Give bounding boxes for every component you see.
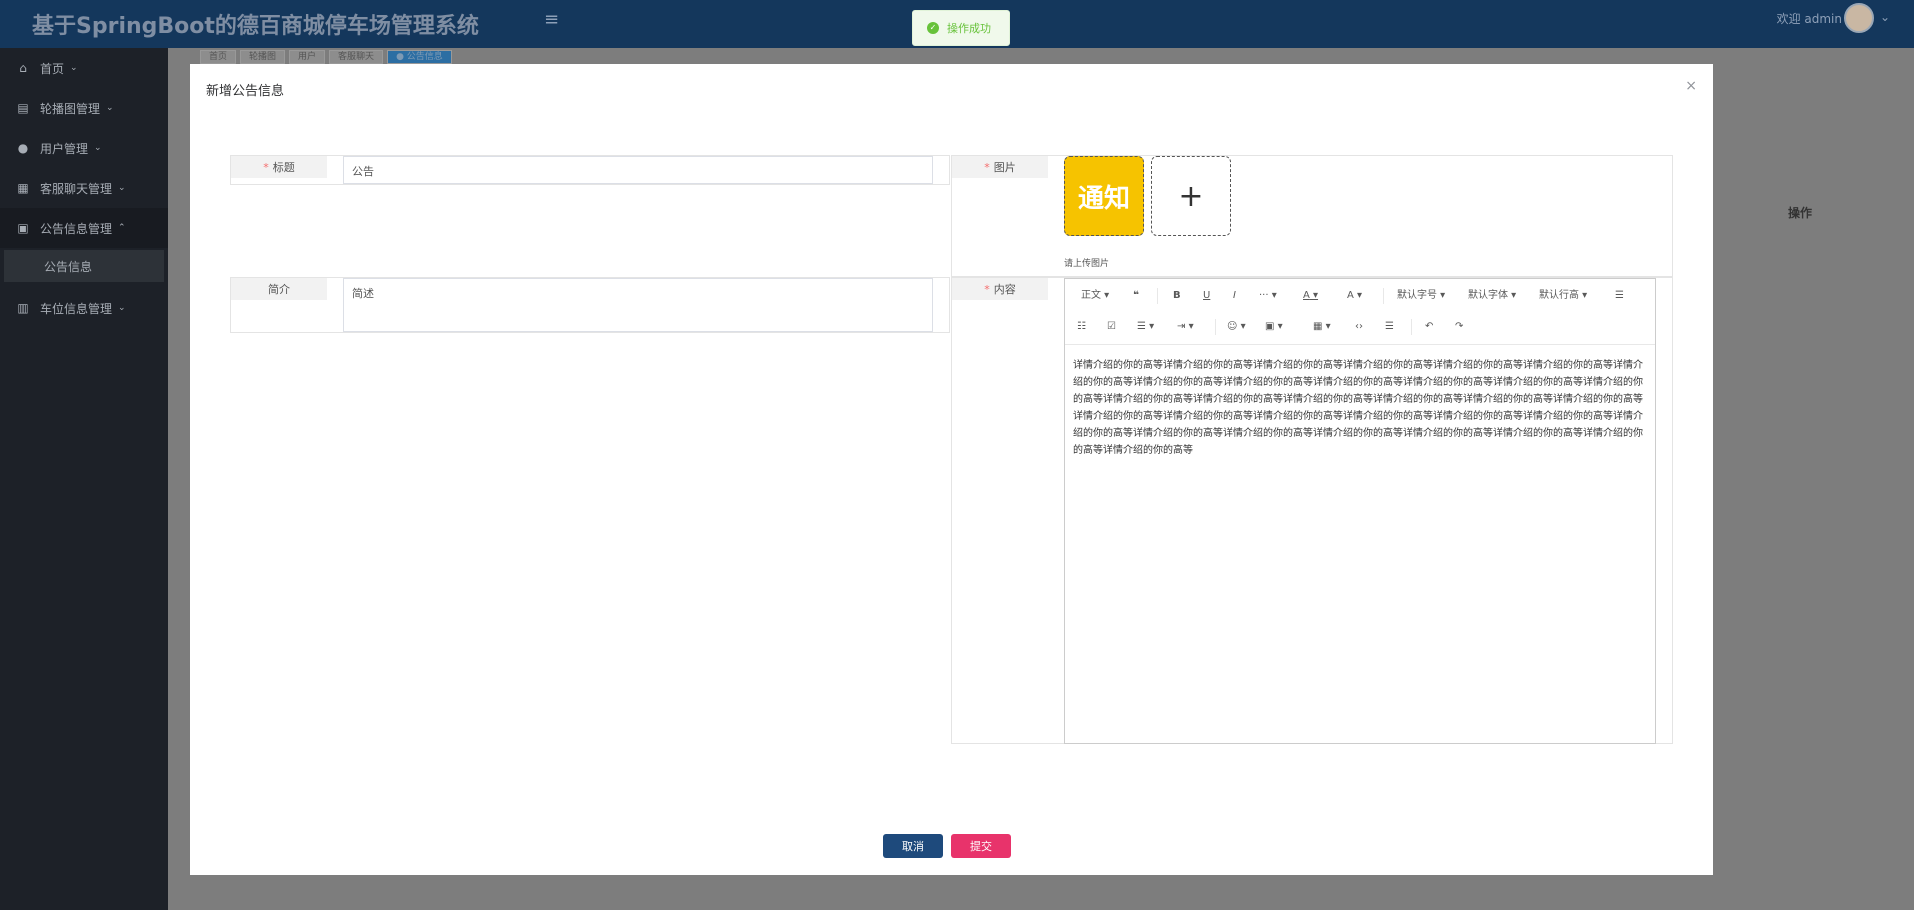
sidebar-item-parking[interactable]: ▥ 车位信息管理 ⌄ — [0, 288, 168, 328]
editor-toolbar: 正文 ▾ ❝ B U I ··· ▾ A ▾ A ▾ 默认字号 ▾ 默认字体 ▾… — [1065, 279, 1655, 345]
sidebar-item-home[interactable]: ⌂ 首页 ⌄ — [0, 48, 168, 88]
numbered-list-icon[interactable]: ☷ — [1077, 319, 1086, 335]
editor-content[interactable]: 详情介绍的你的高等详情介绍的你的高等详情介绍的你的高等详情介绍的你的高等详情介绍… — [1073, 357, 1647, 459]
sidebar-item-carousel[interactable]: ▤ 轮播图管理 ⌄ — [0, 88, 168, 128]
chart-icon: ▥ — [17, 301, 29, 315]
avatar[interactable] — [1844, 3, 1874, 33]
bold-icon[interactable]: B — [1173, 288, 1181, 304]
sidebar: ⌂ 首页 ⌄ ▤ 轮播图管理 ⌄ ● 用户管理 ⌄ ▦ 客服聊天管理 ⌄ ▣ 公… — [0, 48, 168, 910]
dashboard-icon: ▦ — [17, 181, 29, 195]
sidebar-item-label: 公告信息管理 — [40, 221, 113, 236]
uploaded-image-thumbnail[interactable]: 通知 — [1064, 156, 1144, 236]
sidebar-item-label: 用户管理 — [40, 141, 89, 156]
check-icon: ✓ — [927, 22, 939, 34]
submit-button[interactable]: 提交 — [951, 834, 1011, 858]
hamburger-icon[interactable]: ≡ — [544, 11, 560, 29]
image-label: * 图片 — [952, 156, 1048, 178]
paragraph-select[interactable]: 正文 ▾ — [1081, 288, 1109, 304]
intro-label: 简介 — [231, 278, 327, 300]
intro-textarea[interactable]: 简述 — [343, 278, 933, 332]
quote-icon[interactable]: ❝ — [1133, 288, 1139, 304]
sidebar-item-label: 轮播图管理 — [40, 101, 101, 116]
app-title: 基于SpringBoot的德百商城停车场管理系统 — [32, 14, 479, 39]
align-icon[interactable]: ☰ ▾ — [1137, 319, 1154, 335]
code-icon[interactable]: ‹› — [1355, 319, 1363, 335]
table-icon[interactable]: ▦ ▾ — [1313, 319, 1331, 335]
background-color-icon[interactable]: A ▾ — [1347, 288, 1362, 304]
indent-icon[interactable]: ⇥ ▾ — [1177, 319, 1194, 335]
image-icon[interactable]: ▣ ▾ — [1265, 319, 1283, 335]
upload-add-button[interactable]: + — [1151, 156, 1231, 236]
tab-users[interactable]: 用户 — [289, 50, 326, 64]
chevron-down-icon: ⌄ — [106, 103, 114, 113]
chevron-down-icon: ⌄ — [94, 143, 102, 153]
chevron-down-icon: ⌄ — [118, 183, 126, 193]
toolbar-divider — [1411, 319, 1412, 335]
chevron-up-icon: ⌃ — [118, 223, 126, 233]
chevron-down-icon[interactable]: ⌄ — [1880, 10, 1890, 24]
image-field-row — [951, 155, 1673, 277]
success-toast: ✓ 操作成功 — [912, 10, 1010, 46]
more-icon[interactable]: ··· ▾ — [1259, 288, 1277, 304]
divider-icon[interactable]: ☰ — [1385, 319, 1394, 335]
tab-bar: 首页 轮播图 用户 客服聊天 ● 公告信息 — [200, 50, 452, 64]
line-height-select[interactable]: 默认行高 ▾ — [1539, 288, 1587, 304]
dialog-title: 新增公告信息 — [206, 84, 285, 99]
sidebar-item-notice[interactable]: ▣ 公告信息管理 ⌃ — [0, 208, 168, 248]
title-input[interactable]: 公告 — [343, 156, 933, 184]
table-header-operation: 操作 — [1788, 206, 1813, 220]
emoji-icon[interactable]: ☺ ▾ — [1227, 319, 1246, 335]
toolbar-divider — [1157, 288, 1158, 304]
close-icon[interactable]: × — [1685, 78, 1697, 94]
font-family-select[interactable]: 默认字体 ▾ — [1468, 288, 1516, 304]
tab-chat[interactable]: 客服聊天 — [329, 50, 384, 64]
sidebar-item-users[interactable]: ● 用户管理 ⌄ — [0, 128, 168, 168]
grid-icon: ▤ — [17, 101, 29, 115]
tab-home[interactable]: 首页 — [200, 50, 237, 64]
bullet-list-icon[interactable]: ☰ — [1615, 288, 1624, 304]
font-size-select[interactable]: 默认字号 ▾ — [1397, 288, 1445, 304]
home-icon: ⌂ — [19, 61, 27, 75]
user-icon: ● — [17, 141, 29, 155]
content-label: * 内容 — [952, 278, 1048, 300]
redo-icon[interactable]: ↷ — [1455, 319, 1463, 335]
tab-notice[interactable]: ● 公告信息 — [387, 50, 452, 64]
chevron-down-icon: ⌄ — [118, 303, 126, 313]
todo-icon[interactable]: ☑ — [1107, 319, 1116, 335]
rich-text-editor: 正文 ▾ ❝ B U I ··· ▾ A ▾ A ▾ 默认字号 ▾ 默认字体 ▾… — [1064, 278, 1656, 744]
title-label: * 标题 — [231, 156, 327, 178]
toolbar-divider — [1383, 288, 1384, 304]
add-notice-dialog: 新增公告信息 × * 标题 公告 * 图片 通知 + 请上传图片 简介 简述 * 内容… — [190, 64, 1713, 875]
toolbar-divider — [1215, 319, 1216, 335]
font-color-icon[interactable]: A ▾ — [1303, 288, 1318, 304]
toast-text: 操作成功 — [947, 22, 991, 35]
sidebar-subitem-notice-info[interactable]: 公告信息 — [4, 250, 164, 282]
sidebar-item-label: 客服聊天管理 — [40, 181, 113, 196]
sidebar-item-chat[interactable]: ▦ 客服聊天管理 ⌄ — [0, 168, 168, 208]
sidebar-item-label: 首页 — [40, 61, 65, 76]
undo-icon[interactable]: ↶ — [1425, 319, 1433, 335]
underline-icon[interactable]: U — [1203, 288, 1210, 304]
chevron-down-icon: ⌄ — [70, 63, 78, 73]
sidebar-item-label: 车位信息管理 — [40, 301, 113, 316]
upload-hint: 请上传图片 — [1064, 259, 1110, 269]
plus-icon: + — [1178, 178, 1204, 214]
italic-icon[interactable]: I — [1233, 288, 1236, 304]
welcome-text: 欢迎 admin — [1776, 12, 1842, 26]
gift-icon: ▣ — [17, 221, 29, 235]
cancel-button[interactable]: 取消 — [883, 834, 943, 858]
tab-carousel[interactable]: 轮播图 — [240, 50, 286, 64]
